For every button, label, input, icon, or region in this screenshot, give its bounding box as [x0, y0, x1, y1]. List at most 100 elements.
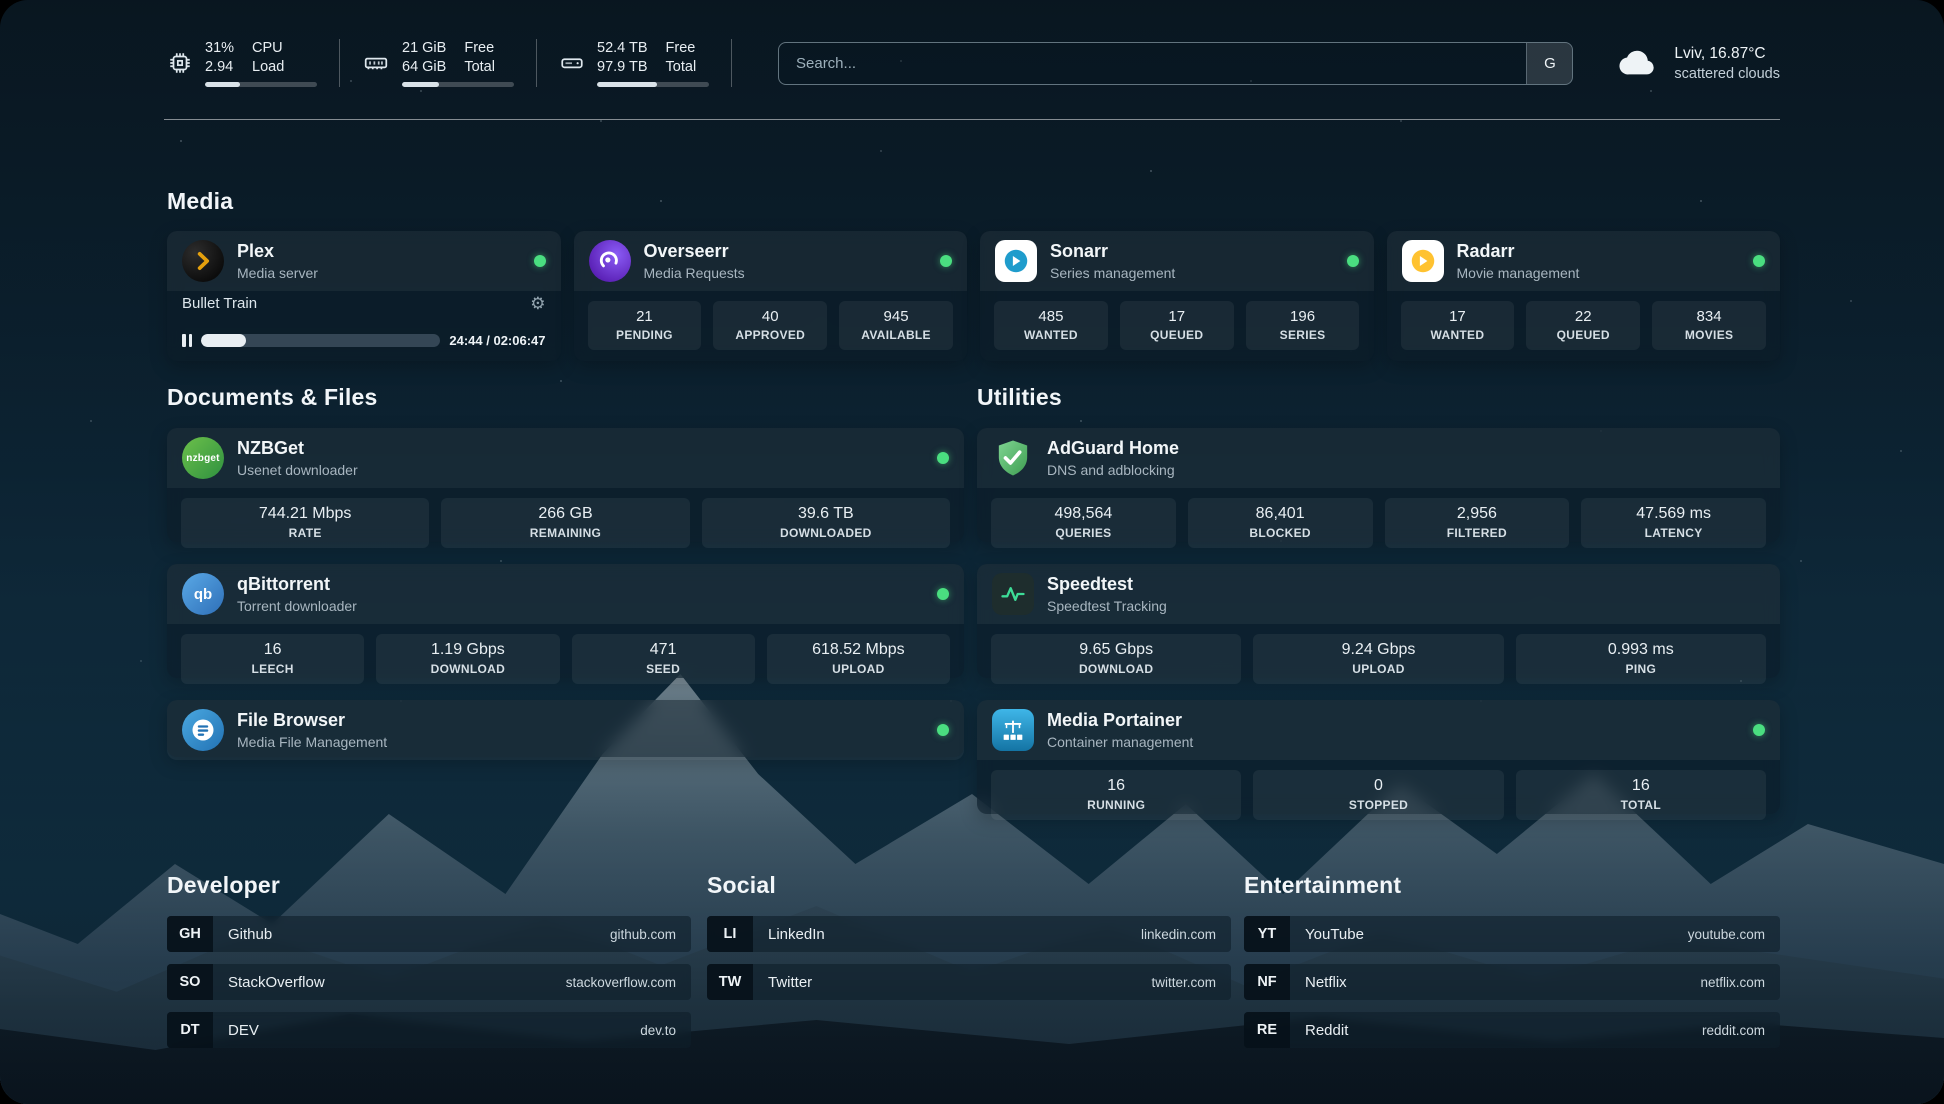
- service-name: qBittorrent: [237, 574, 357, 595]
- filebrowser-icon: [182, 709, 224, 751]
- gear-icon[interactable]: ⚙: [530, 295, 545, 312]
- service-subtitle: Media Requests: [644, 265, 745, 281]
- status-dot: [937, 724, 949, 736]
- bookmark-url: github.com: [610, 927, 691, 942]
- service-card-overseerr[interactable]: Overseerr Media Requests 21 PENDING 40 A…: [574, 231, 968, 361]
- cpu-load-label: Load: [252, 58, 284, 77]
- stat-leech: 16 LEECH: [181, 634, 364, 684]
- stat-seed: 471 SEED: [572, 634, 755, 684]
- nzbget-icon: nzbget: [182, 437, 224, 479]
- bookmarks-developer: GH Github github.com SO StackOverflow st…: [167, 916, 691, 1060]
- disk-widget: 52.4 TB 97.9 TB Free Total: [559, 39, 732, 88]
- service-subtitle: Media server: [237, 265, 318, 281]
- cpu-progressbar: [205, 82, 317, 87]
- bookmark-netflix[interactable]: NF Netflix netflix.com: [1244, 964, 1780, 1000]
- bookmark-abbr: GH: [167, 916, 213, 952]
- stat-remaining: 266 GB REMAINING: [441, 498, 689, 548]
- cloud-icon: [1615, 44, 1661, 83]
- playback-time: 24:44 / 02:06:47: [449, 333, 545, 348]
- bookmark-url: youtube.com: [1688, 927, 1780, 942]
- bookmark-name: Reddit: [1305, 1022, 1348, 1039]
- section-title-media: Media: [167, 188, 233, 215]
- overseerr-header: Overseerr Media Requests: [574, 231, 968, 291]
- service-card-nzbget[interactable]: nzbget NZBGet Usenet downloader 744.21 M…: [167, 428, 964, 542]
- service-card-filebrowser[interactable]: File Browser Media File Management: [167, 700, 964, 757]
- radarr-header: Radarr Movie management: [1387, 231, 1781, 291]
- service-card-radarr[interactable]: Radarr Movie management 17 WANTED 22 QUE…: [1387, 231, 1781, 361]
- topbar-divider: [164, 119, 1780, 120]
- service-subtitle: Speedtest Tracking: [1047, 598, 1167, 614]
- search-engine-button[interactable]: G: [1526, 43, 1572, 84]
- weather-condition: scattered clouds: [1674, 66, 1780, 82]
- bookmark-name: LinkedIn: [768, 926, 825, 943]
- service-card-portainer[interactable]: Media Portainer Container management 16 …: [977, 700, 1780, 814]
- bookmark-stackoverflow[interactable]: SO StackOverflow stackoverflow.com: [167, 964, 691, 1000]
- service-card-qbittorrent[interactable]: qb qBittorrent Torrent downloader 16 LEE…: [167, 564, 964, 678]
- weather-widget[interactable]: Lviv, 16.87°C scattered clouds: [1615, 44, 1780, 83]
- stat-movies: 834 MOVIES: [1652, 301, 1766, 350]
- service-subtitle: Container management: [1047, 734, 1193, 750]
- stat-approved: 40 APPROVED: [713, 301, 827, 350]
- pause-icon[interactable]: [182, 334, 192, 347]
- bookmark-reddit[interactable]: RE Reddit reddit.com: [1244, 1012, 1780, 1048]
- service-subtitle: Series management: [1050, 265, 1175, 281]
- status-dot: [940, 255, 952, 267]
- playback-progressbar[interactable]: [201, 334, 440, 347]
- bookmarks-social: LI LinkedIn linkedin.com TW Twitter twit…: [707, 916, 1231, 1012]
- bookmark-youtube[interactable]: YT YouTube youtube.com: [1244, 916, 1780, 952]
- bookmark-abbr: TW: [707, 964, 753, 1000]
- bookmark-twitter[interactable]: TW Twitter twitter.com: [707, 964, 1231, 1000]
- bookmark-github[interactable]: GH Github github.com: [167, 916, 691, 952]
- service-card-speedtest[interactable]: Speedtest Speedtest Tracking 9.65 Gbps D…: [977, 564, 1780, 678]
- status-dot: [534, 255, 546, 267]
- service-subtitle: Movie management: [1457, 265, 1580, 281]
- service-card-plex[interactable]: Plex Media server Bullet Train ⚙ 24:44 /…: [167, 231, 561, 361]
- service-name: Speedtest: [1047, 574, 1167, 595]
- bookmark-url: netflix.com: [1700, 975, 1780, 990]
- bookmark-url: linkedin.com: [1141, 927, 1231, 942]
- memory-free-label: Free: [464, 39, 495, 58]
- stat-queries: 498,564 QUERIES: [991, 498, 1176, 548]
- bookmark-url: dev.to: [640, 1023, 691, 1038]
- bookmarks-entertainment: YT YouTube youtube.com NF Netflix netfli…: [1244, 916, 1780, 1060]
- stat-pending: 21 PENDING: [588, 301, 702, 350]
- bookmark-url: twitter.com: [1151, 975, 1231, 990]
- speedtest-icon: [992, 573, 1034, 615]
- bookmark-abbr: DT: [167, 1012, 213, 1048]
- service-card-sonarr[interactable]: Sonarr Series management 485 WANTED 17 Q…: [980, 231, 1374, 361]
- stat-wanted: 485 WANTED: [994, 301, 1108, 350]
- memory-widget: 21 GiB 64 GiB Free Total: [362, 39, 537, 88]
- adguard-shield-icon: [992, 437, 1034, 479]
- stat-total: 16 TOTAL: [1516, 770, 1766, 820]
- stat-rate: 744.21 Mbps RATE: [181, 498, 429, 548]
- service-card-adguard[interactable]: AdGuard Home DNS and adblocking 498,564 …: [977, 428, 1780, 542]
- search-input[interactable]: [779, 55, 1526, 72]
- stat-blocked: 86,401 BLOCKED: [1188, 498, 1373, 548]
- stat-available: 945 AVAILABLE: [839, 301, 953, 350]
- memory-icon: [362, 50, 390, 76]
- disk-icon: [559, 50, 585, 76]
- cpu-widget: 31% 2.94 CPU Load: [167, 39, 340, 88]
- stat-queued: 22 QUEUED: [1526, 301, 1640, 350]
- service-subtitle: Usenet downloader: [237, 462, 358, 478]
- service-name: Plex: [237, 241, 318, 262]
- disk-free: 52.4 TB: [597, 39, 648, 58]
- stat-series: 196 SERIES: [1246, 301, 1360, 350]
- bookmark-dev[interactable]: DT DEV dev.to: [167, 1012, 691, 1048]
- disk-total: 97.9 TB: [597, 58, 648, 77]
- memory-total: 64 GiB: [402, 58, 446, 77]
- memory-progressbar: [402, 82, 514, 87]
- search-bar: G: [778, 42, 1573, 85]
- stat-download: 1.19 Gbps DOWNLOAD: [376, 634, 559, 684]
- disk-total-label: Total: [666, 58, 697, 77]
- stat-filtered: 2,956 FILTERED: [1385, 498, 1570, 548]
- section-title-developer: Developer: [167, 872, 280, 899]
- bookmark-name: StackOverflow: [228, 974, 325, 991]
- status-dot: [937, 588, 949, 600]
- bookmark-url: stackoverflow.com: [566, 975, 691, 990]
- bookmark-linkedin[interactable]: LI LinkedIn linkedin.com: [707, 916, 1231, 952]
- section-title-documents: Documents & Files: [167, 384, 377, 411]
- now-playing-title: Bullet Train: [182, 295, 522, 312]
- section-title-utilities: Utilities: [977, 384, 1062, 411]
- portainer-icon: [992, 709, 1034, 751]
